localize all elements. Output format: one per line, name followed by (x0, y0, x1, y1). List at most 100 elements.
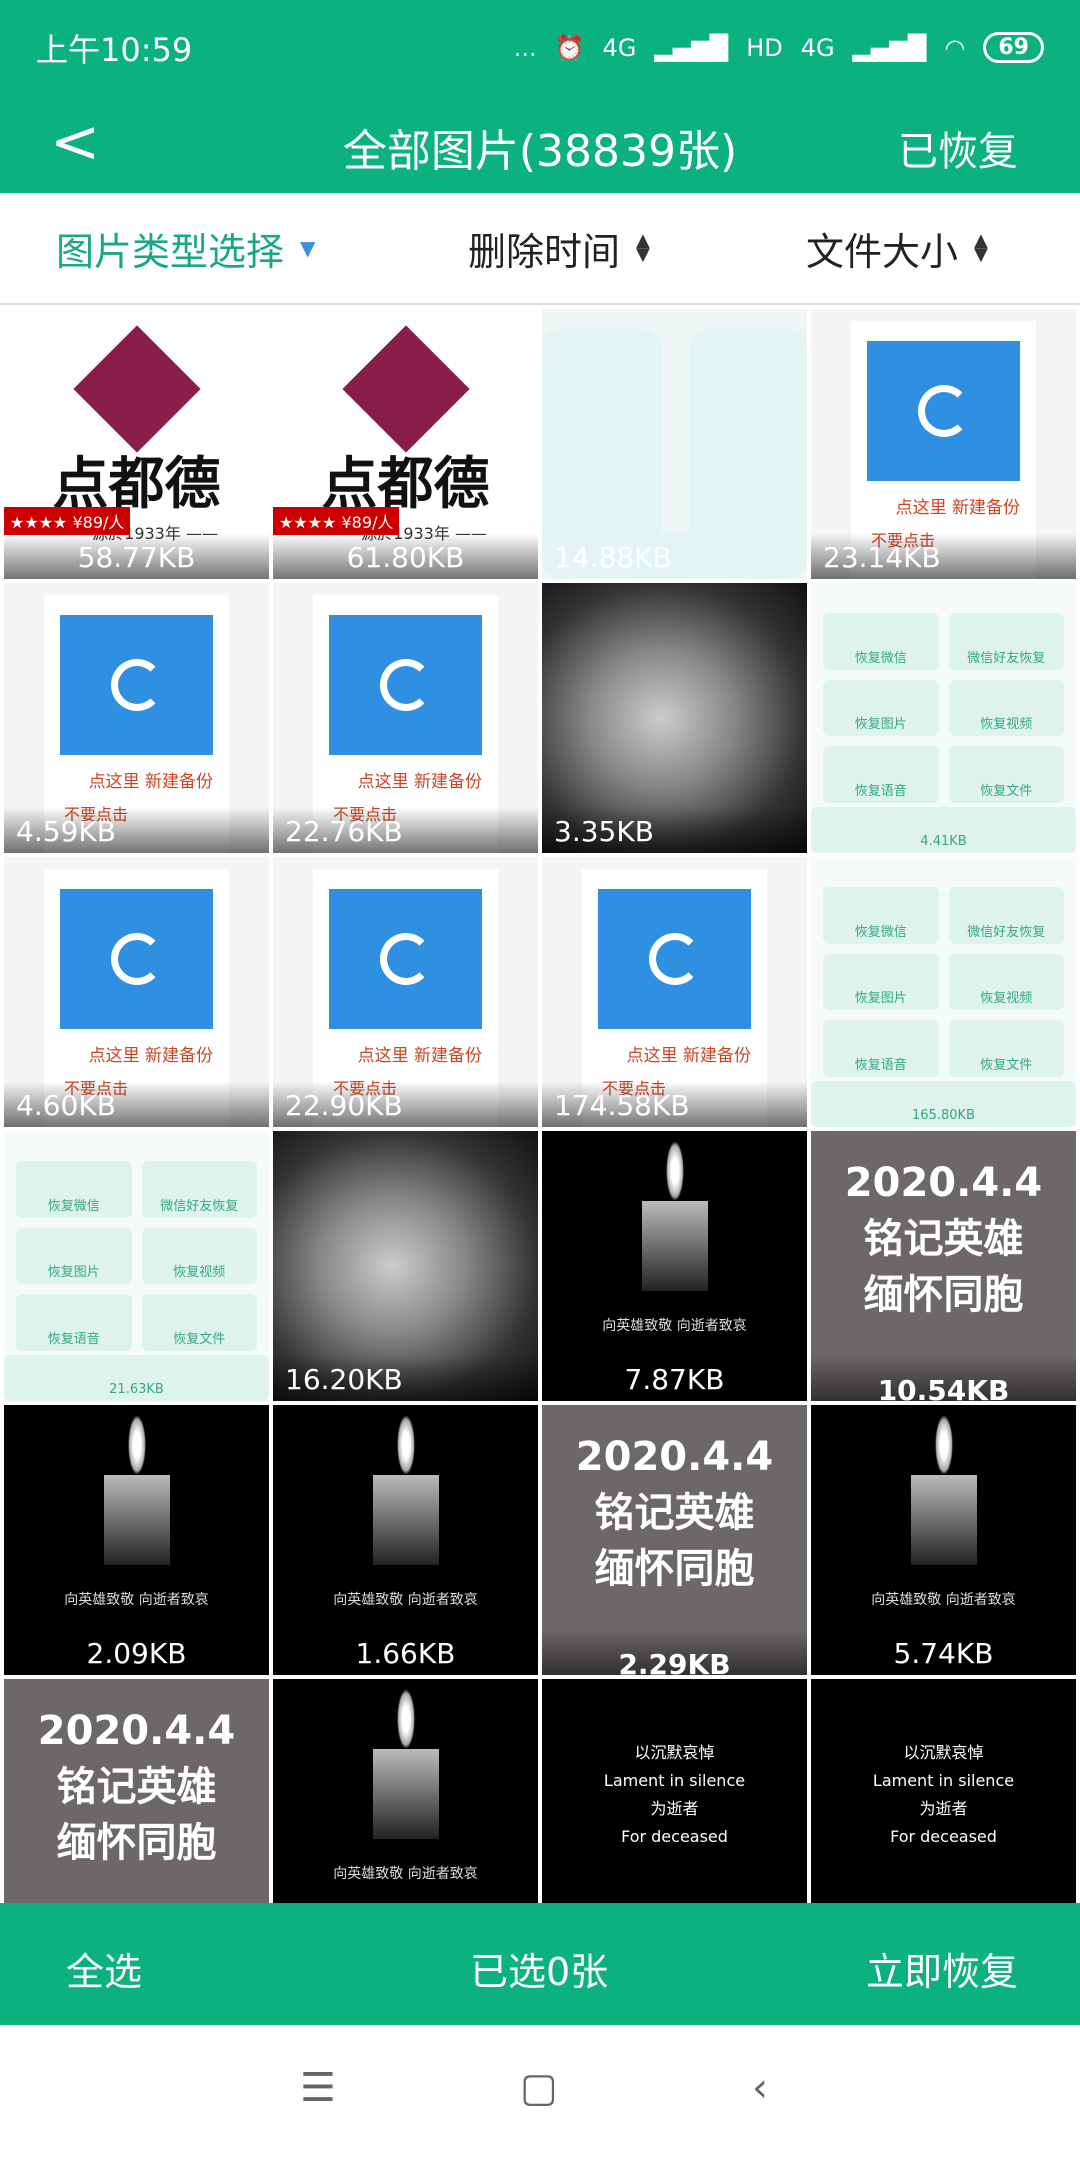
image-tile[interactable]: 点这里 新建备份不要点击22.90KB (273, 857, 538, 1127)
alarm-icon: ⏰ (554, 33, 585, 62)
image-tile[interactable]: 14.88KB (542, 309, 807, 579)
file-size-label: 1.66KB (273, 1629, 538, 1675)
status-bar: 上午10:59 ... ⏰ 4G ▂▄▆█ HD 4G ▂▄▆█ ◠ 69 (0, 0, 1080, 95)
menu-card: 恢复微信 (16, 1161, 132, 1218)
image-tile[interactable]: 点这里 新建备份不要点击22.76KB (273, 583, 538, 853)
file-size-label: 文件大小 (806, 229, 959, 274)
lament-line: 为逝者 (919, 1799, 968, 1818)
rating-badge: ★★★★ ¥89/人 (273, 507, 400, 535)
backup-panel (60, 615, 213, 755)
candle-flame (934, 1415, 953, 1475)
image-type-label: 图片类型选择 (56, 229, 285, 274)
backup-panel (867, 341, 1020, 481)
menu-card: 恢复视频 (948, 679, 1064, 737)
sort-file-size[interactable]: 文件大小 ▲ ▼ (806, 221, 988, 276)
refresh-icon (110, 659, 163, 711)
selected-count: 已选0张 (470, 1950, 609, 1994)
backup-hint: 点这里 新建备份 (357, 1046, 482, 1066)
file-size-label: 10.54KB (811, 1355, 1076, 1401)
image-tile[interactable]: 点都德—— 源於1933年 ——★★★★ ¥89/人58.77KB (4, 309, 269, 579)
file-size-label: 2.09KB (4, 1629, 269, 1675)
battery-icon: 69 (983, 32, 1044, 63)
file-size-label: 5.74KB (811, 1629, 1076, 1675)
candle-body (372, 1749, 439, 1839)
image-tile[interactable]: 向英雄致敬 向逝者致哀 1.66KB (273, 1405, 538, 1675)
candle-body (910, 1475, 977, 1565)
app-header: < 全部图片(38839张) 已恢复 (0, 95, 1080, 193)
menu-card: 恢复图片 (16, 1227, 132, 1285)
menu-card: 微信好友恢复 (948, 613, 1064, 670)
candle-caption: 向英雄致敬 向逝者致哀 (871, 1592, 1016, 1608)
menu-card: 微信好友恢复 (948, 887, 1064, 944)
image-tile[interactable]: 点都德—— 源於1933年 ——★★★★ ¥89/人61.80KB (273, 309, 538, 579)
backup-hint: 点这里 新建备份 (895, 498, 1020, 518)
backup-panel (329, 889, 482, 1029)
memorial-line: 2020.4.4 (844, 1160, 1043, 1206)
delete-time-label: 删除时间 (468, 229, 621, 274)
image-tile[interactable]: 点这里 新建备份不要点击23.14KB (811, 309, 1076, 579)
restore-now-button[interactable]: 立即恢复 (866, 1941, 1018, 1996)
menu-card: 恢复视频 (141, 1227, 257, 1285)
menu-card: 微信好友恢复 (141, 1161, 257, 1218)
menu-icon[interactable]: ☰ (300, 2065, 336, 2111)
memorial-line: 铭记英雄 (56, 1764, 217, 1810)
backup-hint: 点这里 新建备份 (357, 772, 482, 792)
clock: 上午10:59 (36, 30, 193, 69)
image-type-filter[interactable]: 图片类型选择 ▼ (56, 221, 315, 276)
menu-card: 恢复视频 (948, 953, 1064, 1011)
image-tile[interactable]: 3.35KB (542, 583, 807, 853)
sort-icon: ▲ ▼ (636, 230, 650, 265)
file-size-label: 61.80KB (273, 533, 538, 579)
menu-card: 恢复图片 (823, 953, 939, 1011)
memorial-line: 缅怀同胞 (594, 1546, 755, 1592)
menu-card: 恢复语音 (16, 1294, 132, 1351)
sort-delete-time[interactable]: 删除时间 ▲ ▼ (468, 221, 650, 276)
network-4g-2-icon: 4G (800, 33, 835, 62)
lament-line: 以沉默哀悼 (903, 1743, 984, 1762)
backup-hint: 点这里 新建备份 (88, 1046, 213, 1066)
file-size-label: 7.87KB (542, 1355, 807, 1401)
candle-caption: 向英雄致敬 向逝者致哀 (602, 1318, 747, 1334)
image-grid: 点都德—— 源於1933年 ——★★★★ ¥89/人58.77KB点都德—— 源… (4, 309, 1078, 1949)
logo-emblem (72, 325, 201, 453)
refresh-icon (648, 933, 701, 985)
sort-icon: ▲ ▼ (974, 230, 988, 265)
memorial-line: 铭记英雄 (594, 1490, 755, 1536)
lament-line: Lament in silence (872, 1771, 1015, 1790)
image-tile[interactable]: 向英雄致敬 向逝者致哀 7.87KB (542, 1131, 807, 1401)
file-size-label: 16.20KB (273, 1355, 538, 1401)
lament-line: 以沉默哀悼 (634, 1743, 715, 1762)
hd-icon: HD (746, 33, 783, 62)
menu-card: 恢复语音 (823, 746, 939, 803)
file-size-label: 4.60KB (4, 1081, 269, 1127)
lament-line: 为逝者 (650, 1799, 699, 1818)
memorial-line: 缅怀同胞 (56, 1820, 217, 1866)
image-tile[interactable]: 向英雄致敬 向逝者致哀 2.09KB (4, 1405, 269, 1675)
restored-button[interactable]: 已恢复 (898, 119, 1018, 177)
menu-card: 恢复图片 (823, 679, 939, 737)
image-tile[interactable]: 恢复微信 微信好友恢复 恢复图片 恢复视频 恢复语音 恢复文件 21.63KB (4, 1131, 269, 1401)
candle-caption: 向英雄致敬 向逝者致哀 (333, 1592, 478, 1608)
image-tile[interactable]: 向英雄致敬 向逝者致哀 5.74KB (811, 1405, 1076, 1675)
backup-panel (329, 615, 482, 755)
memorial-line: 缅怀同胞 (863, 1272, 1024, 1318)
image-tile[interactable]: 2020.4.4 铭记英雄 缅怀同胞 10.54KB (811, 1131, 1076, 1401)
image-tile[interactable]: 16.20KB (273, 1131, 538, 1401)
image-tile[interactable]: 恢复微信 微信好友恢复 恢复图片 恢复视频 恢复语音 恢复文件 4.41KB (811, 583, 1076, 853)
signal-icon: ▂▄▆█ (654, 33, 729, 62)
home-icon[interactable]: ▢ (520, 2065, 558, 2111)
image-tile[interactable]: 恢复微信 微信好友恢复 恢复图片 恢复视频 恢复语音 恢复文件 165.80KB (811, 857, 1076, 1127)
menu-card: 恢复文件 (948, 1020, 1064, 1077)
image-tile[interactable]: 点这里 新建备份不要点击4.59KB (4, 583, 269, 853)
image-tile[interactable]: 点这里 新建备份不要点击4.60KB (4, 857, 269, 1127)
image-tile[interactable]: 点这里 新建备份不要点击174.58KB (542, 857, 807, 1127)
backup-hint: 点这里 新建备份 (88, 772, 213, 792)
back-nav-icon[interactable]: ‹ (752, 2065, 768, 2111)
image-tile[interactable]: 2020.4.4 铭记英雄 缅怀同胞 2.29KB (542, 1405, 807, 1675)
menu-card: 恢复微信 (823, 887, 939, 944)
wifi-icon: ◠ (944, 33, 966, 62)
select-all-button[interactable]: 全选 (66, 1941, 142, 1996)
network-4g-icon: 4G (602, 33, 637, 62)
more-notifications-icon: ... (513, 33, 537, 62)
memorial-line: 2020.4.4 (37, 1708, 236, 1754)
